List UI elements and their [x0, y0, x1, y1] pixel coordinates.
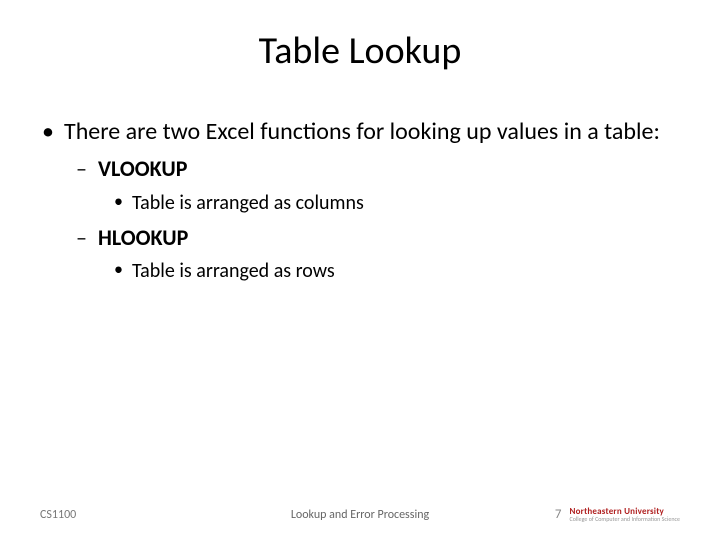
- logo-college-name: College of Computer and Information Scie…: [570, 516, 681, 522]
- footer-topic: Lookup and Error Processing: [291, 508, 429, 522]
- slide: Table Lookup There are two Excel functio…: [0, 0, 720, 540]
- page-number: 7: [555, 507, 562, 522]
- university-logo: Northeastern University College of Compu…: [570, 507, 681, 522]
- bullet-hlookup: HLOOKUP: [40, 224, 680, 253]
- bullet-main: There are two Excel functions for lookin…: [40, 116, 680, 147]
- bullet-vlookup-desc: Table is arranged as columns: [40, 190, 680, 216]
- footer-course: CS1100: [40, 508, 76, 522]
- slide-content: There are two Excel functions for lookin…: [40, 116, 680, 284]
- slide-footer: CS1100 Lookup and Error Processing 7 Nor…: [0, 507, 720, 522]
- bullet-vlookup: VLOOKUP: [40, 155, 680, 184]
- slide-title: Table Lookup: [40, 28, 680, 74]
- footer-right: 7 Northeastern University College of Com…: [555, 507, 680, 522]
- bullet-hlookup-desc: Table is arranged as rows: [40, 258, 680, 284]
